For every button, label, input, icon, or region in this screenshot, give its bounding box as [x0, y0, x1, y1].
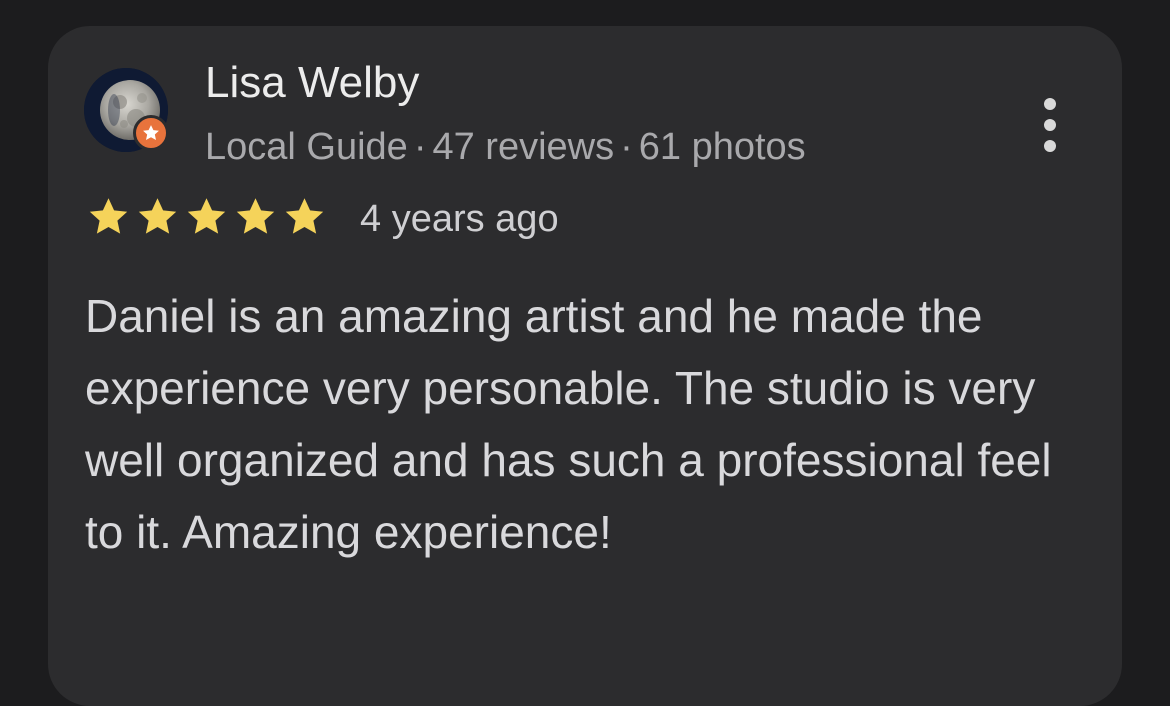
- author-role: Local Guide: [205, 126, 408, 168]
- meta-separator: ·: [413, 126, 427, 168]
- more-options-button[interactable]: [1028, 94, 1072, 156]
- more-vert-icon: [1044, 119, 1056, 131]
- star-icon: [236, 198, 275, 234]
- star-icon: [187, 198, 226, 234]
- photo-count: 61 photos: [638, 126, 806, 168]
- more-vert-icon: [1044, 98, 1056, 110]
- author-avatar[interactable]: [84, 68, 170, 154]
- star-icon: [138, 198, 177, 234]
- local-guide-badge: [133, 115, 169, 151]
- local-guide-star-icon: [143, 125, 159, 140]
- author-name[interactable]: Lisa Welby: [205, 54, 419, 112]
- review-count: 47 reviews: [432, 126, 615, 168]
- more-vert-icon: [1044, 140, 1056, 152]
- star-icon: [89, 198, 128, 234]
- star-rating: [84, 192, 329, 242]
- star-icon: [285, 198, 324, 234]
- meta-separator: ·: [620, 126, 633, 168]
- review-text: Daniel is an amazing artist and he made …: [85, 290, 1052, 558]
- review-time: 4 years ago: [360, 198, 559, 240]
- author-meta: Local Guide · 47 reviews · 61 photos: [205, 122, 806, 172]
